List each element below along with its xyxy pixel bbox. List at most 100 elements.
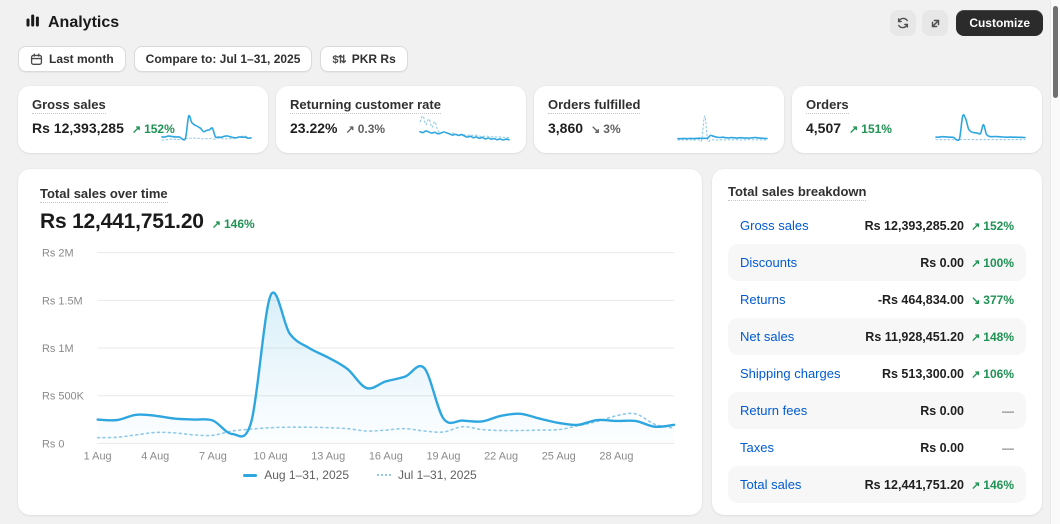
- breakdown-label[interactable]: Total sales: [740, 477, 865, 492]
- breakdown-value: Rs 11,928,451.20: [865, 329, 964, 344]
- breakdown-label[interactable]: Net sales: [740, 329, 865, 344]
- breakdown-label[interactable]: Taxes: [740, 440, 920, 455]
- breakdown-delta: ↗ 152%: [971, 218, 1014, 233]
- svg-text:7 Aug: 7 Aug: [199, 450, 227, 462]
- svg-text:1 Aug: 1 Aug: [84, 450, 112, 462]
- svg-text:25 Aug: 25 Aug: [542, 450, 576, 462]
- date-range-label: Last month: [49, 52, 114, 66]
- metric-trend: ↗ 0.3%: [345, 122, 386, 136]
- currency-button[interactable]: $⇅ PKR Rs: [320, 46, 408, 72]
- breakdown-delta: ↗ 106%: [971, 366, 1014, 381]
- breakdown-value: Rs 12,393,285.20: [864, 218, 964, 233]
- svg-text:Rs 500K: Rs 500K: [42, 391, 85, 403]
- expand-icon: [931, 19, 940, 27]
- breakdown-delta: ↗ 146%: [971, 477, 1014, 492]
- metric-card-orders-fulfilled[interactable]: Orders fulfilled 3,860 ↘ 3%: [534, 86, 784, 153]
- breakdown-delta: ↗ 100%: [971, 255, 1014, 270]
- breakdown-value: Rs 513,300.00: [881, 366, 964, 381]
- metric-card-returning-customer-rate[interactable]: Returning customer rate 23.22% ↗ 0.3%: [276, 86, 526, 153]
- breakdown-delta: ↘ 377%: [971, 292, 1014, 307]
- svg-text:4 Aug: 4 Aug: [141, 450, 169, 462]
- breakdown-row-total-sales[interactable]: Total sales Rs 12,441,751.20 ↗ 146%: [728, 466, 1026, 503]
- breakdown-label[interactable]: Shipping charges: [740, 366, 882, 381]
- breakdown-value: Rs 12,441,751.20: [864, 477, 964, 492]
- filter-bar: Last month Compare to: Jul 1–31, 2025 $⇅…: [18, 46, 1060, 72]
- svg-text:10 Aug: 10 Aug: [254, 450, 288, 462]
- sparkline-chart: [419, 115, 510, 141]
- expand-button[interactable]: [922, 10, 949, 36]
- chart-title: Total sales over time: [40, 186, 168, 203]
- breakdown-row-returns[interactable]: Returns -Rs 464,834.00 ↘ 377%: [728, 281, 1026, 318]
- sparkline-chart: [677, 115, 768, 143]
- svg-text:16 Aug: 16 Aug: [369, 450, 403, 462]
- sparkline-chart: [161, 114, 252, 141]
- metric-value: 4,507: [806, 120, 842, 136]
- legend-item-current[interactable]: Aug 1–31, 2025: [243, 468, 349, 482]
- metric-title: Orders: [806, 97, 849, 114]
- breakdown-value: Rs 0.00: [920, 403, 964, 418]
- metric-card-gross-sales[interactable]: Gross sales Rs 12,393,285 ↗ 152%: [18, 86, 268, 153]
- chart-legend: Aug 1–31, 2025 Jul 1–31, 2025: [40, 468, 680, 482]
- legend-item-compare[interactable]: Jul 1–31, 2025: [377, 468, 477, 482]
- sparkline-chart: [935, 113, 1026, 142]
- breakdown-row-gross-sales[interactable]: Gross sales Rs 12,393,285.20 ↗ 152%: [728, 207, 1026, 244]
- metric-value: Rs 12,393,285: [32, 120, 124, 136]
- breakdown-label[interactable]: Discounts: [740, 255, 920, 270]
- metric-cards-row: Gross sales Rs 12,393,285 ↗ 152% Returnin…: [18, 86, 1042, 153]
- breakdown-row-discounts[interactable]: Discounts Rs 0.00 ↗ 100%: [728, 244, 1026, 281]
- total-sales-chart-card: Total sales over time Rs 12,441,751.20 ↗…: [18, 169, 702, 515]
- svg-text:28 Aug: 28 Aug: [599, 450, 633, 462]
- currency-label: PKR Rs: [351, 52, 396, 66]
- currency-exchange-icon: $⇅: [332, 53, 346, 66]
- metric-card-orders[interactable]: Orders 4,507 ↗ 151%: [792, 86, 1042, 153]
- analytics-icon: [26, 13, 40, 33]
- chart-trend: ↗ 146%: [211, 217, 255, 231]
- compare-to-button[interactable]: Compare to: Jul 1–31, 2025: [133, 46, 313, 72]
- svg-text:Rs 1M: Rs 1M: [42, 343, 74, 355]
- analytics-page: Analytics Customize Last month Compare t…: [0, 0, 1060, 524]
- breakdown-delta: —: [1002, 403, 1014, 418]
- metric-title: Orders fulfilled: [548, 97, 641, 114]
- breakdown-value: -Rs 464,834.00: [877, 292, 964, 307]
- chart-total-value: Rs 12,441,751.20: [40, 210, 204, 233]
- svg-text:13 Aug: 13 Aug: [311, 450, 345, 462]
- metric-title: Returning customer rate: [290, 97, 441, 114]
- refresh-icon: [898, 17, 909, 29]
- metric-trend: ↘ 3%: [591, 122, 621, 136]
- breakdown-delta: —: [1002, 440, 1014, 455]
- compare-to-label: Compare to: Jul 1–31, 2025: [145, 52, 301, 66]
- svg-text:Rs 2M: Rs 2M: [42, 248, 74, 260]
- refresh-button[interactable]: [890, 10, 917, 36]
- breakdown-label[interactable]: Returns: [740, 292, 878, 307]
- metric-title: Gross sales: [32, 97, 106, 114]
- page-title: Analytics: [48, 14, 120, 31]
- metric-value: 23.22%: [290, 120, 338, 136]
- date-range-button[interactable]: Last month: [18, 46, 126, 72]
- breakdown-row-shipping-charges[interactable]: Shipping charges Rs 513,300.00 ↗ 106%: [728, 355, 1026, 392]
- breakdown-row-net-sales[interactable]: Net sales Rs 11,928,451.20 ↗ 148%: [728, 318, 1026, 355]
- svg-text:19 Aug: 19 Aug: [426, 450, 460, 462]
- svg-text:22 Aug: 22 Aug: [484, 450, 518, 462]
- breakdown-label[interactable]: Return fees: [740, 403, 920, 418]
- svg-text:Rs 0: Rs 0: [42, 438, 64, 450]
- calendar-icon: [30, 52, 43, 65]
- svg-text:Rs 1.5M: Rs 1.5M: [42, 295, 83, 307]
- scrollbar-track[interactable]: [1050, 0, 1060, 524]
- solid-line-swatch: [243, 473, 258, 477]
- main-content-row: Total sales over time Rs 12,441,751.20 ↗…: [18, 169, 1042, 515]
- dotted-line-swatch: [377, 474, 391, 476]
- total-sales-breakdown-card: Total sales breakdown Gross sales Rs 12,…: [712, 169, 1042, 515]
- legend-label: Jul 1–31, 2025: [398, 468, 477, 482]
- metric-trend: ↗ 151%: [849, 122, 892, 136]
- total-sales-line-chart: Rs 2M Rs 1.5M Rs 1M Rs 500K Rs 0 1 Aug 4 Aug 7 …: [42, 248, 676, 462]
- scrollbar-thumb[interactable]: [1053, 6, 1058, 98]
- breakdown-label[interactable]: Gross sales: [740, 218, 865, 233]
- breakdown-row-taxes[interactable]: Taxes Rs 0.00 —: [728, 429, 1026, 466]
- breakdown-row-return-fees[interactable]: Return fees Rs 0.00 —: [728, 392, 1026, 429]
- legend-label: Aug 1–31, 2025: [264, 468, 349, 482]
- breakdown-table: Gross sales Rs 12,393,285.20 ↗ 152% Disco…: [728, 207, 1026, 503]
- header: Analytics Customize: [0, 0, 1060, 36]
- customize-button[interactable]: Customize: [956, 10, 1043, 36]
- breakdown-delta: ↗ 148%: [971, 329, 1014, 344]
- metric-value: 3,860: [548, 120, 584, 136]
